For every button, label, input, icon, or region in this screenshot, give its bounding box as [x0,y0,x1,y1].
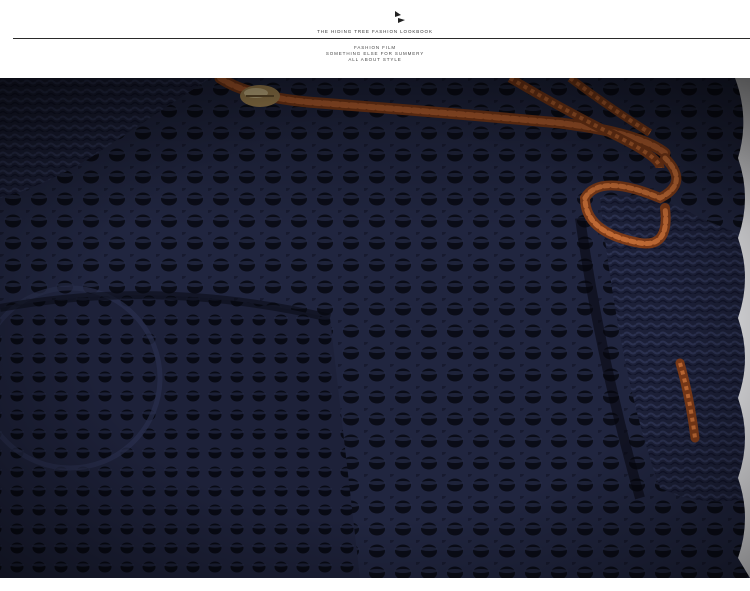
lookbook-header: THE HIDING TREE FASHION LOOKBOOK FASHION… [0,0,750,78]
tagline-line-1: FASHION FILM [353,45,397,50]
crochet-knit-image [0,78,750,578]
product-photo [0,78,750,578]
tagline-line-2: SOMETHING ELSE FOR SUMMERY [325,51,425,56]
header-divider [13,38,750,39]
brand-title: THE HIDING TREE FASHION LOOKBOOK [317,29,433,34]
bowtie-logo-icon [395,11,405,23]
tagline-line-3: ALL ABOUT STYLE [348,57,402,62]
